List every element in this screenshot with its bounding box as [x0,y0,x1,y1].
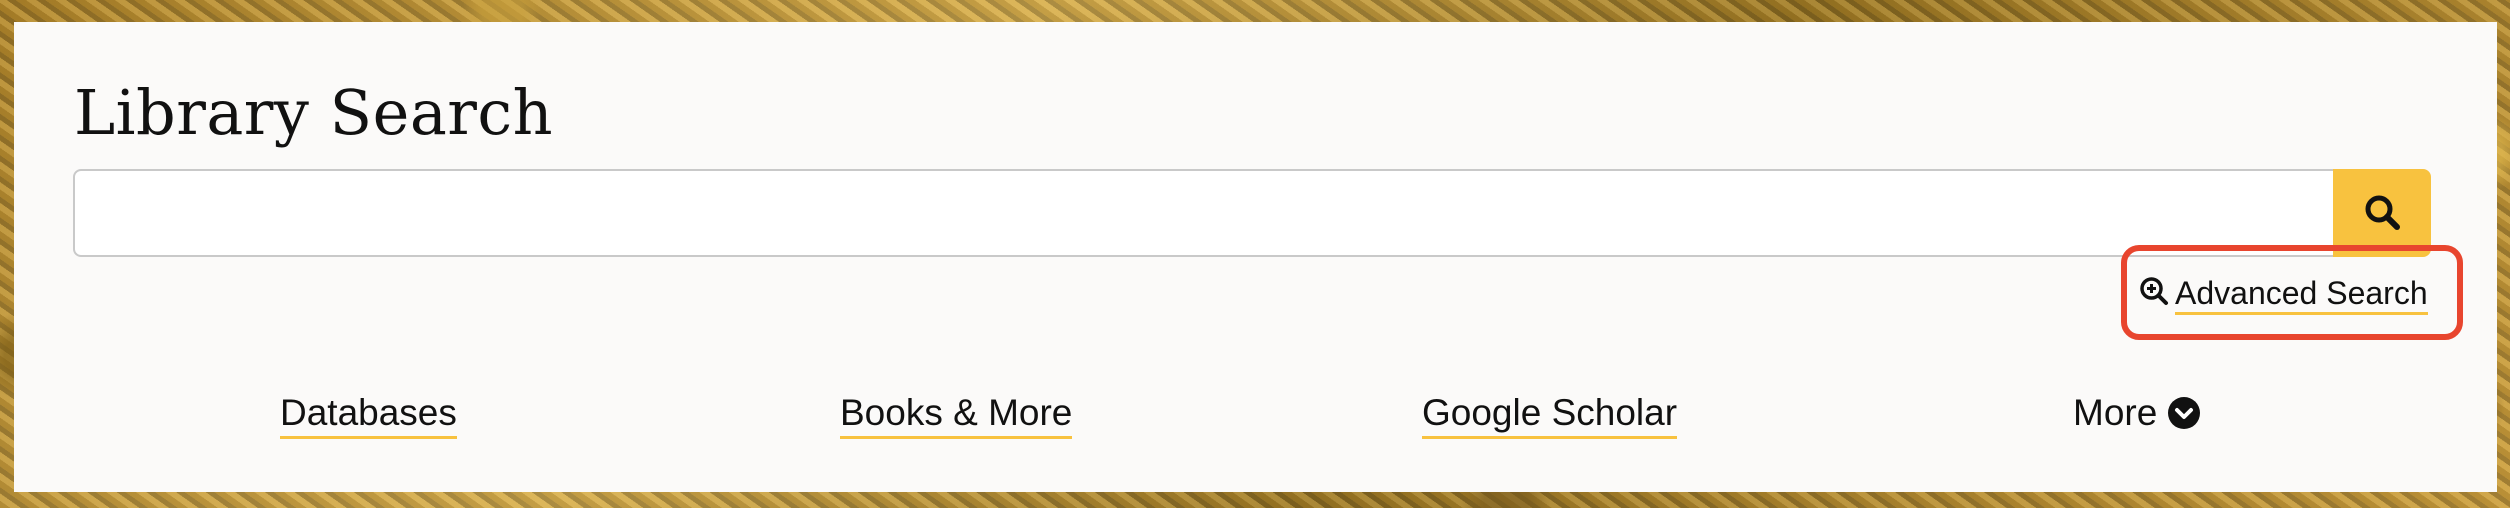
page-title: Library Search [74,76,554,149]
nav-link-books-more[interactable]: Books & More [840,390,1073,439]
advanced-search-link[interactable]: Advanced Search [2139,274,2428,315]
library-search-panel: Library Search Advanced Search Databases [14,22,2497,492]
nav-link-google-scholar[interactable]: Google Scholar [1422,390,1678,439]
advanced-search-label: Advanced Search [2175,274,2428,315]
quick-links-nav: Databases Books & More Google Scholar Mo… [14,390,2497,450]
search-input[interactable] [73,169,2333,257]
search-icon [2363,193,2401,234]
zoom-in-icon [2139,276,2169,314]
nav-more-dropdown[interactable]: More [2073,390,2201,436]
search-button[interactable] [2333,169,2431,257]
chevron-down-circle-icon [2167,396,2201,430]
nav-link-databases[interactable]: Databases [280,390,457,439]
search-bar [73,169,2431,259]
nav-more-label: More [2073,392,2158,433]
